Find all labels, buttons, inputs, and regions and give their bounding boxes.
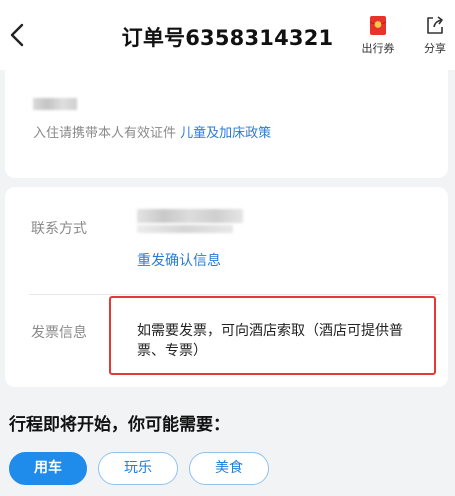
top-bar: 订单号6358314321 出行券 分享 xyxy=(0,0,455,70)
divider xyxy=(29,294,441,295)
tab-food[interactable]: 美食 xyxy=(189,452,269,485)
guest-info-card: 入住请携带本人有效证件 儿童及加床政策 xyxy=(5,70,448,178)
share-button[interactable]: 分享 xyxy=(413,14,455,56)
contact-label: 联系方式 xyxy=(31,221,87,237)
share-icon xyxy=(427,16,443,34)
contact-invoice-card: 联系方式 重发确认信息 发票信息 如需要发票，可向酒店索取（酒店可提供普票、专票… xyxy=(5,187,448,387)
tab-car[interactable]: 用车 xyxy=(9,452,87,485)
tab-fun[interactable]: 玩乐 xyxy=(98,452,178,485)
coupon-button[interactable]: 出行券 xyxy=(356,14,400,56)
trip-suggestions-title: 行程即将开始，你可能需要： xyxy=(9,415,230,435)
checkin-note-text: 入住请携带本人有效证件 xyxy=(33,126,181,141)
red-envelope-icon xyxy=(369,16,387,35)
child-policy-link[interactable]: 儿童及加床政策 xyxy=(180,126,271,141)
checkin-note: 入住请携带本人有效证件 儿童及加床政策 xyxy=(33,122,271,141)
resend-confirmation-link[interactable]: 重发确认信息 xyxy=(137,250,221,270)
invoice-label: 发票信息 xyxy=(31,325,87,341)
contact-redacted-2 xyxy=(137,225,233,233)
guest-name-redacted xyxy=(33,98,77,110)
contact-redacted xyxy=(137,209,243,223)
coupon-label: 出行券 xyxy=(361,42,395,55)
share-label: 分享 xyxy=(424,42,446,55)
invoice-text: 如需要发票，可向酒店索取（酒店可提供普票、专票） xyxy=(137,323,403,359)
